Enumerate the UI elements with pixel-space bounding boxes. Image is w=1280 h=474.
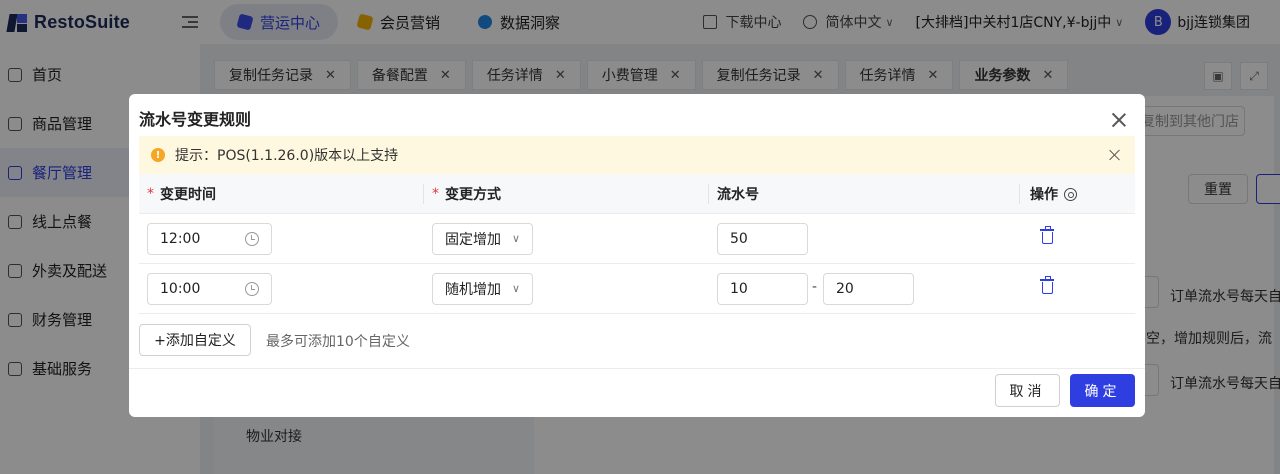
column-label: 变更时间 — [160, 187, 216, 203]
alert-text: 提示：POS(1.1.26.0)版本以上支持 — [175, 148, 399, 164]
column-label: 流水号 — [717, 187, 759, 203]
method-value: 固定增加 — [445, 232, 501, 248]
serial-rule-modal: 流水号变更规则 ! 提示：POS(1.1.26.0)版本以上支持 * 变更时间 *… — [129, 94, 1145, 417]
chevron-down-icon: ∨ — [511, 232, 520, 245]
column-label: 操作 — [1030, 187, 1058, 203]
close-icon[interactable] — [1111, 112, 1127, 128]
table-header: * 变更时间 * 变更方式 流水号 操作 — [139, 174, 1135, 214]
column-header-serial: 流水号 — [709, 174, 759, 214]
chevron-down-icon: ∨ — [511, 282, 520, 295]
serial-value: 50 — [730, 231, 748, 247]
column-header-method: * 变更方式 — [424, 174, 501, 214]
serial-to-input[interactable]: 20 — [823, 273, 914, 305]
time-picker[interactable]: 12:00 — [147, 223, 272, 255]
time-value: 10:00 — [160, 281, 201, 297]
table-row: 12:00 固定增加 ∨ 50 — [139, 214, 1135, 264]
required-mark: * — [147, 186, 154, 202]
confirm-button[interactable]: 确定 — [1070, 374, 1135, 407]
method-select[interactable]: 固定增加 ∨ — [432, 223, 533, 255]
required-mark: * — [432, 186, 439, 202]
serial-from-input[interactable]: 10 — [717, 273, 808, 305]
column-header-action: 操作 — [1022, 174, 1077, 214]
add-custom-button[interactable]: +添加自定义 — [139, 324, 251, 356]
modal-footer-divider — [129, 368, 1145, 369]
range-separator: - — [812, 279, 818, 295]
warning-icon: ! — [151, 148, 165, 162]
gear-icon[interactable] — [1064, 187, 1077, 201]
add-hint-text: 最多可添加10个自定义 — [266, 334, 410, 350]
table-row: 10:00 随机增加 ∨ 10 - 20 — [139, 264, 1135, 314]
clock-icon — [245, 232, 259, 246]
method-select[interactable]: 随机增加 ∨ — [432, 273, 533, 305]
cancel-button[interactable]: 取消 — [995, 374, 1060, 407]
serial-input[interactable]: 50 — [717, 223, 808, 255]
time-value: 12:00 — [160, 231, 201, 247]
modal-title: 流水号变更规则 — [139, 110, 252, 129]
close-icon[interactable] — [1109, 149, 1121, 161]
clock-icon — [245, 282, 259, 296]
column-header-time: * 变更时间 — [139, 174, 216, 214]
serial-value: 10 — [730, 281, 748, 297]
delete-icon[interactable] — [1040, 276, 1054, 294]
serial-value: 20 — [836, 281, 854, 297]
delete-icon[interactable] — [1040, 226, 1054, 244]
method-value: 随机增加 — [445, 282, 501, 298]
column-label: 变更方式 — [445, 187, 501, 203]
version-alert: ! 提示：POS(1.1.26.0)版本以上支持 — [139, 136, 1135, 174]
time-picker[interactable]: 10:00 — [147, 273, 272, 305]
